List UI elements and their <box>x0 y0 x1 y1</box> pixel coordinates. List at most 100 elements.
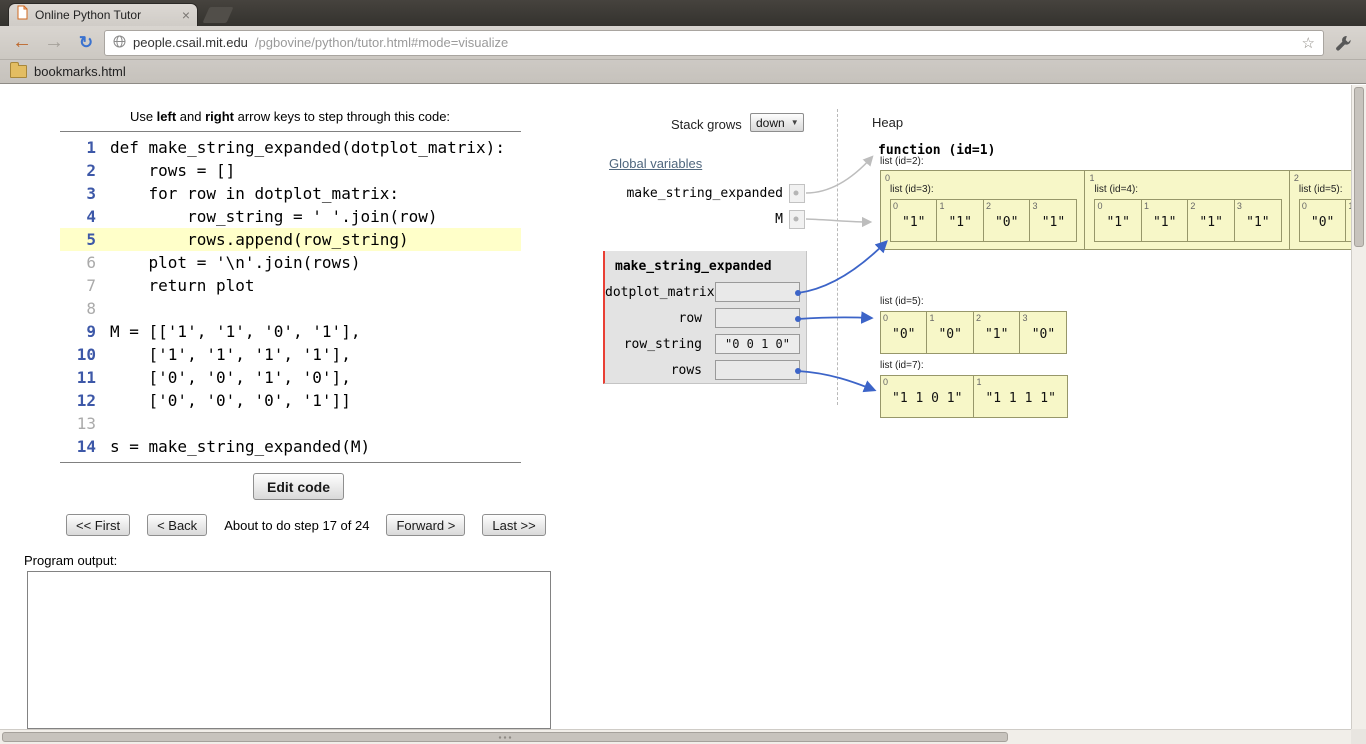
line-number: 7 <box>60 274 96 297</box>
element-index: 2 <box>1190 201 1195 211</box>
element-index: 3 <box>1022 313 1027 323</box>
stack-heap-divider <box>837 109 838 405</box>
tab-close-icon[interactable]: × <box>182 8 190 22</box>
global-variables-heading: Global variables <box>609 156 702 171</box>
back-step-button[interactable]: < Back <box>147 514 207 536</box>
page-content: Use left and right arrow keys to step th… <box>0 85 1366 729</box>
code-line-12: 12 ['0', '0', '0', '1']] <box>60 389 521 412</box>
instructions-text: Use left and right arrow keys to step th… <box>40 109 540 124</box>
code-text: rows.append(row_string) <box>110 228 409 251</box>
global-pointer-box <box>789 184 805 203</box>
back-button-icon[interactable]: ← <box>8 30 36 56</box>
code-line-2: 2 rows = [] <box>60 159 521 182</box>
code-line-3: 3 for row in dotplot_matrix: <box>60 182 521 205</box>
line-number: 3 <box>60 182 96 205</box>
reload-button-icon[interactable]: ↻ <box>72 30 100 56</box>
edit-code-button[interactable]: Edit code <box>253 473 344 500</box>
stack-grows-label: Stack grows <box>671 117 742 132</box>
new-tab-button[interactable] <box>202 7 233 23</box>
code-line-10: 10 ['1', '1', '1', '1'], <box>60 343 521 366</box>
url-path-text: /pgbovine/python/tutor.html#mode=visuali… <box>255 35 508 50</box>
heap-list-cells: 0"1 1 0 1"1"1 1 1 1" <box>880 375 1068 418</box>
last-button[interactable]: Last >> <box>482 514 545 536</box>
element-value: "1" <box>1237 211 1279 238</box>
element-value: "1" <box>976 323 1017 350</box>
horizontal-scrollbar[interactable] <box>0 729 1351 744</box>
code-line-13: 13 <box>60 412 521 435</box>
bookmark-item[interactable]: bookmarks.html <box>34 64 126 79</box>
heap-list-object: list (id=7):0"1 1 0 1"1"1 1 1 1" <box>880 360 1068 418</box>
element-index: 1 <box>929 313 934 323</box>
heap-object-label: list (id=2): <box>880 156 1366 167</box>
heap-cell: 0"1 1 0 1" <box>881 376 974 417</box>
element-value: "1" <box>1032 211 1074 238</box>
line-number: 13 <box>60 412 96 435</box>
first-button[interactable]: << First <box>66 514 130 536</box>
element-value: "0" <box>1302 211 1343 238</box>
horizontal-scrollbar-thumb[interactable] <box>2 732 1008 742</box>
url-bar[interactable]: people.csail.mit.edu /pgbovine/python/tu… <box>104 30 1324 56</box>
element-index: 3 <box>1237 201 1242 211</box>
code-line-14: 14s = make_string_expanded(M) <box>60 435 521 458</box>
code-line-7: 7 return plot <box>60 274 521 297</box>
program-output-label: Program output: <box>24 553 117 568</box>
element-index: 0 <box>883 313 888 323</box>
variable-name: row_string <box>605 337 702 352</box>
instructions-part: Use <box>130 109 157 124</box>
variable-pointer-box <box>715 282 800 302</box>
heap-list-object: list (id=5):0"0"1"0"2"1"3"0" <box>880 296 1067 354</box>
element-index: 1 <box>939 201 944 211</box>
element-value: "1" <box>1144 211 1185 238</box>
heap-cell: 0"1" <box>1095 200 1141 241</box>
heap-cell: 0"0" <box>881 312 927 353</box>
element-value: "0" <box>883 323 924 350</box>
global-var-M: M <box>600 210 783 230</box>
heap-cell: 0list (id=3):0"1"1"1"2"0"3"1" <box>881 171 1085 249</box>
stack-direction-select[interactable]: down ▼ <box>750 113 804 132</box>
variable-pointer-box <box>715 360 800 380</box>
code-line-4: 4 row_string = ' '.join(row) <box>60 205 521 228</box>
line-number: 9 <box>60 320 96 343</box>
globe-icon <box>113 35 126 51</box>
folder-icon <box>10 65 27 78</box>
element-value: "1" <box>939 211 980 238</box>
element-value: "0" <box>929 323 970 350</box>
vertical-scrollbar-thumb[interactable] <box>1354 87 1364 247</box>
element-index: 0 <box>885 173 890 183</box>
bookmark-star-icon[interactable]: ☆ <box>1302 34 1315 52</box>
heap-list-2: list (id=2):0list (id=3):0"1"1"1"2"0"3"1… <box>880 156 1366 250</box>
heap-list-5: list (id=5):0"0"1"0"2"1"3"0" <box>880 296 1067 354</box>
element-index: 0 <box>1302 201 1307 211</box>
frame-variable-rows: rows <box>605 357 806 383</box>
element-index: 2 <box>986 201 991 211</box>
code-text: def make_string_expanded(dotplot_matrix)… <box>110 136 505 159</box>
bookmarks-bar: bookmarks.html <box>0 60 1366 84</box>
element-value: "1" <box>1190 211 1231 238</box>
element-value: "1" <box>1097 211 1138 238</box>
heap-list-7: list (id=7):0"1 1 0 1"1"1 1 1 1" <box>880 360 1068 418</box>
code-text: M = [['1', '1', '0', '1'], <box>110 320 360 343</box>
wrench-menu-icon[interactable] <box>1328 30 1358 56</box>
heap-list-cells: 0"1"1"1"2"0"3"1" <box>890 199 1077 242</box>
line-number: 6 <box>60 251 96 274</box>
element-index: 3 <box>1032 201 1037 211</box>
heap-object-label: list (id=4): <box>1094 184 1281 195</box>
window-titlebar: Online Python Tutor × <box>0 0 1366 26</box>
stack-direction-value: down <box>756 116 785 130</box>
element-value: "1" <box>893 211 934 238</box>
browser-tab[interactable]: Online Python Tutor × <box>8 3 198 26</box>
code-text: row_string = ' '.join(row) <box>110 205 438 228</box>
line-number: 14 <box>60 435 96 458</box>
line-number: 12 <box>60 389 96 412</box>
forward-button[interactable]: Forward > <box>386 514 465 536</box>
frame-variable-dotplot_matrix: dotplot_matrix <box>605 279 806 305</box>
code-line-11: 11 ['0', '0', '1', '0'], <box>60 366 521 389</box>
forward-button-icon[interactable]: → <box>40 30 68 56</box>
step-status-text: About to do step 17 of 24 <box>224 518 369 533</box>
program-output-textarea[interactable] <box>27 571 551 729</box>
element-index: 1 <box>1089 173 1094 183</box>
element-value: "0" <box>1022 323 1064 350</box>
vertical-scrollbar[interactable] <box>1351 85 1366 729</box>
heap-cell: 1"1" <box>1142 200 1188 241</box>
global-var-make-string-expanded: make_string_expanded <box>600 184 783 204</box>
